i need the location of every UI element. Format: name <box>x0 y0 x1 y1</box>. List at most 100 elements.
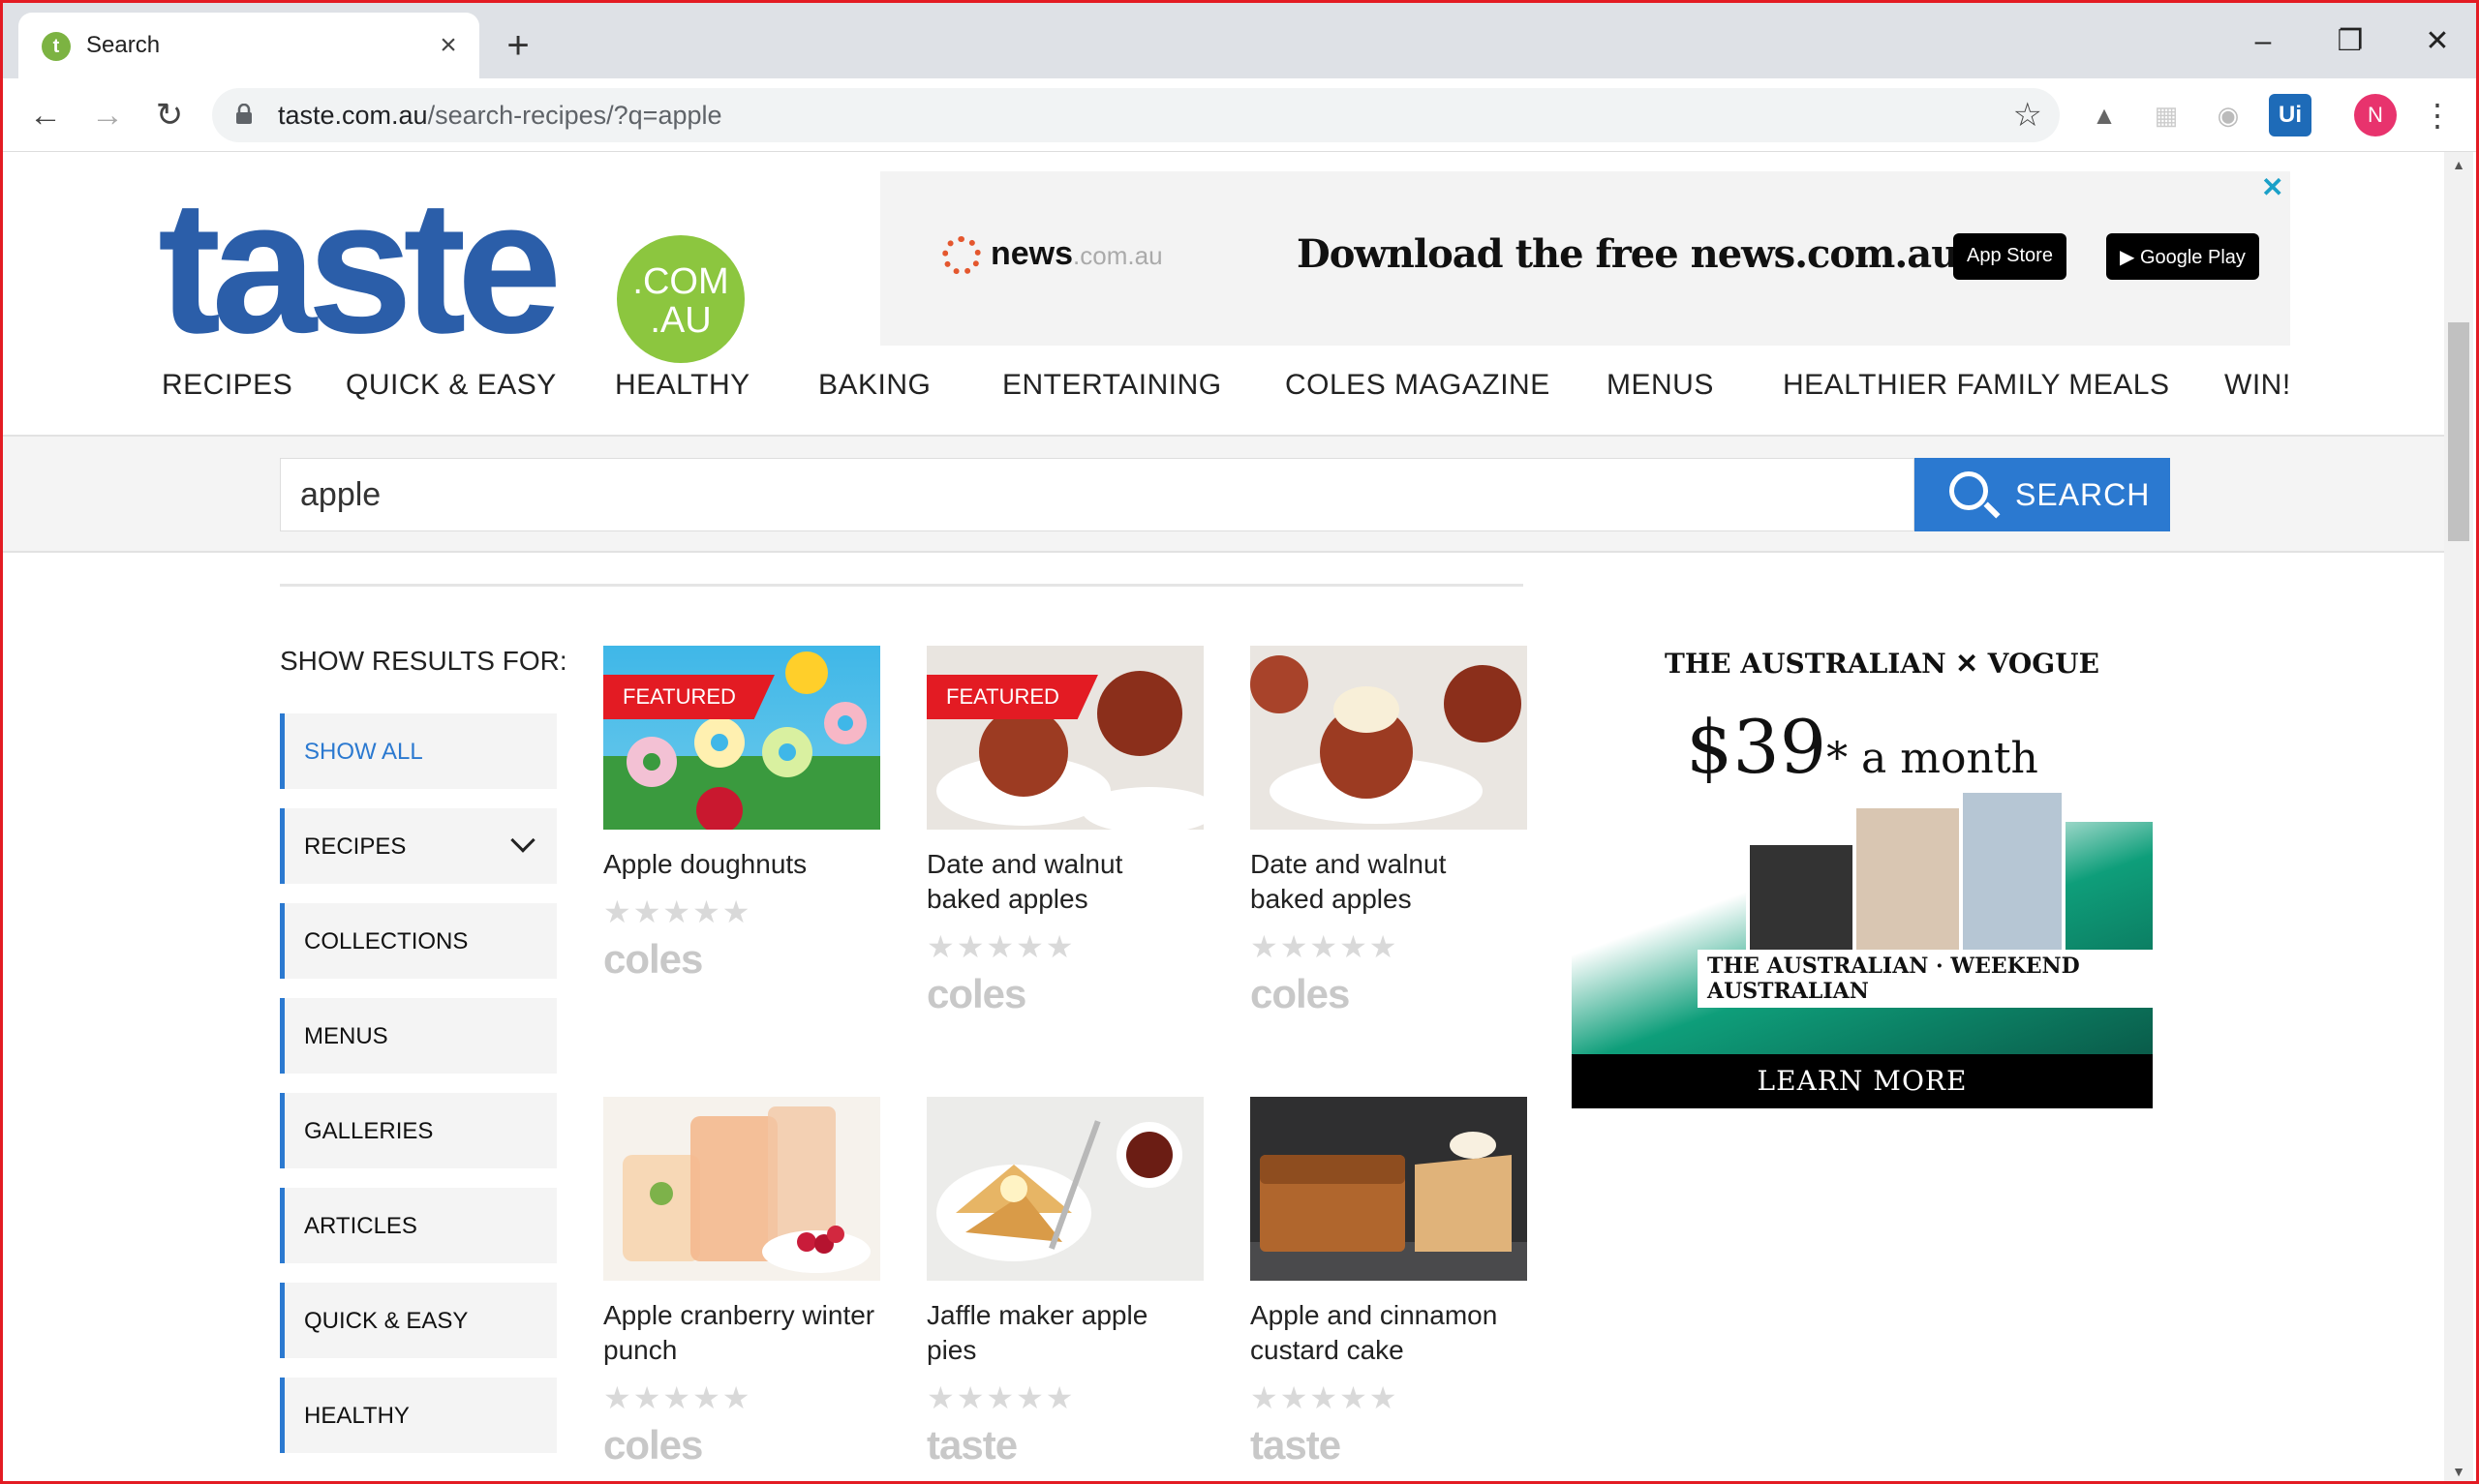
filter-recipes[interactable]: RECIPES <box>280 808 557 884</box>
ad-close-icon[interactable]: ✕ <box>2261 171 2283 203</box>
recipe-card[interactable]: FEATURED Apple doughnuts ★★★★★ coles <box>603 646 880 983</box>
brand-logo: coles <box>1250 971 1350 1016</box>
recipe-card[interactable]: FEATURED Date and walnut baked apples ★★… <box>927 646 1204 1017</box>
reload-icon[interactable]: ↻ <box>146 92 193 138</box>
filter-quick-easy[interactable]: QUICK & EASY <box>280 1283 557 1358</box>
logo-badge-line2: .AU <box>650 300 712 341</box>
close-window-icon[interactable]: ✕ <box>2408 20 2466 63</box>
tab-search[interactable]: t Search × <box>18 13 479 78</box>
grid-extension-icon[interactable]: ▦ <box>2145 94 2188 136</box>
filter-show-all[interactable]: SHOW ALL <box>280 713 557 789</box>
lock-icon <box>236 104 252 124</box>
drive-extension-icon[interactable]: ▲ <box>2083 94 2126 136</box>
uipath-extension-icon[interactable]: Ui <box>2269 94 2311 136</box>
nav-healthier-family-meals[interactable]: HEALTHIER FAMILY MEALS <box>1783 369 2169 402</box>
nav-recipes[interactable]: RECIPES <box>162 369 292 402</box>
rating-stars[interactable]: ★★★★★ <box>603 893 880 930</box>
nav-coles-magazine[interactable]: COLES MAGAZINE <box>1285 369 1550 402</box>
search-icon <box>1949 471 1988 510</box>
filter-healthy[interactable]: HEALTHY <box>280 1378 557 1453</box>
filter-collections[interactable]: COLLECTIONS <box>280 903 557 979</box>
recipe-image[interactable] <box>1250 1097 1527 1281</box>
brand-logo: coles <box>603 936 703 982</box>
search-input[interactable] <box>280 458 1914 531</box>
nav-baking[interactable]: BAKING <box>818 369 931 402</box>
recipe-title[interactable]: Apple doughnuts <box>603 847 880 882</box>
recipe-image[interactable]: FEATURED <box>603 646 880 830</box>
filter-galleries[interactable]: GALLERIES <box>280 1093 557 1168</box>
rating-stars[interactable]: ★★★★★ <box>1250 928 1527 965</box>
ad-magazine-image <box>1959 789 2066 963</box>
profile-avatar[interactable]: N <box>2354 94 2397 136</box>
main-nav: RECIPES QUICK & EASY HEALTHY BAKING ENTE… <box>3 363 2447 427</box>
search-band: SEARCH <box>3 435 2447 553</box>
featured-badge: FEATURED <box>603 675 775 719</box>
filter-articles[interactable]: ARTICLES <box>280 1188 557 1263</box>
scroll-down-icon[interactable]: ▼ <box>2444 1459 2473 1481</box>
news-dots-icon <box>942 236 981 276</box>
ad-paper-label: THE AUSTRALIAN · WEEKEND AUSTRALIAN <box>1698 950 2153 1008</box>
address-bar[interactable]: taste.com.au/search-recipes/?q=apple ☆ <box>212 88 2060 142</box>
restore-icon[interactable]: ❐ <box>2321 20 2379 63</box>
menu-kebab-icon[interactable]: ⋮ <box>2416 94 2459 136</box>
rating-stars[interactable]: ★★★★★ <box>603 1379 880 1416</box>
url-text: taste.com.au/search-recipes/?q=apple <box>278 101 722 130</box>
recipe-image[interactable] <box>927 1097 1204 1281</box>
scrollbar-thumb[interactable] <box>2448 322 2469 541</box>
recipe-title[interactable]: Jaffle maker apple pies <box>927 1298 1204 1368</box>
search-button[interactable]: SEARCH <box>1914 458 2170 531</box>
back-arrow-icon[interactable]: ← <box>22 92 69 138</box>
recipe-card[interactable]: Apple and cinnamon custard cake ★★★★★ ta… <box>1250 1097 1527 1469</box>
doughnuts-illustration <box>627 651 867 830</box>
page-scrollbar[interactable]: ▲ ▼ <box>2444 152 2473 1481</box>
bookmark-star-icon[interactable]: ☆ <box>2013 96 2042 135</box>
chevron-down-icon[interactable] <box>510 828 536 853</box>
jaffle-pies-illustration <box>936 1120 1182 1261</box>
recipe-title[interactable]: Date and walnut baked apples <box>1250 847 1527 917</box>
filters-title: SHOW RESULTS FOR: <box>280 646 567 676</box>
search-button-label: SEARCH <box>2015 477 2151 512</box>
tab-bar: t Search × + – ❐ ✕ <box>3 3 2476 78</box>
new-tab-button[interactable]: + <box>497 24 539 67</box>
news-app-banner-ad[interactable]: news.com.au Download the free news.com.a… <box>880 171 2290 346</box>
close-tab-icon[interactable]: × <box>429 26 468 65</box>
scroll-up-icon[interactable]: ▲ <box>2444 152 2473 177</box>
minimize-icon[interactable]: – <box>2234 20 2292 63</box>
forward-arrow-icon[interactable]: → <box>84 92 131 138</box>
results-divider <box>280 584 1523 587</box>
brand-logo: coles <box>603 1422 703 1468</box>
vogue-australian-ad[interactable]: THE AUSTRALIAN ✕ VOGUE $39* a month THE … <box>1572 590 2153 1137</box>
punch-illustration <box>623 1106 871 1273</box>
nav-healthy[interactable]: HEALTHY <box>615 369 750 402</box>
brand-logo: taste <box>927 1422 1018 1468</box>
filter-menus[interactable]: MENUS <box>280 998 557 1074</box>
recipe-title[interactable]: Date and walnut baked apples <box>927 847 1204 917</box>
nav-quick-easy[interactable]: QUICK & EASY <box>346 369 557 402</box>
rating-stars[interactable]: ★★★★★ <box>927 1379 1204 1416</box>
app-store-badge[interactable]: App Store <box>1953 233 2066 280</box>
brand-logo: taste <box>1250 1422 1341 1468</box>
baked-apples-icecream-illustration <box>1250 655 1521 824</box>
ad-brands: THE AUSTRALIAN ✕ VOGUE <box>1665 648 2099 680</box>
recipe-image[interactable] <box>1250 646 1527 830</box>
recipe-title[interactable]: Apple cranberry winter punch <box>603 1298 880 1368</box>
nav-win[interactable]: WIN! <box>2224 369 2291 402</box>
taste-logo[interactable]: taste .COM .AU <box>158 161 758 373</box>
recipe-card[interactable]: Apple cranberry winter punch ★★★★★ coles <box>603 1097 880 1469</box>
recipe-title[interactable]: Apple and cinnamon custard cake <box>1250 1298 1527 1368</box>
recipe-image[interactable]: FEATURED <box>927 646 1204 830</box>
rating-stars[interactable]: ★★★★★ <box>1250 1379 1527 1416</box>
nav-entertaining[interactable]: ENTERTAINING <box>1002 369 1222 402</box>
learn-more-button[interactable]: LEARN MORE <box>1572 1054 2153 1108</box>
featured-badge: FEATURED <box>927 675 1098 719</box>
baked-apples-illustration <box>936 671 1204 830</box>
google-play-badge[interactable]: ▶ Google Play <box>2106 233 2259 280</box>
recipe-card[interactable]: Date and walnut baked apples ★★★★★ coles <box>1250 646 1527 1017</box>
nav-menus[interactable]: MENUS <box>1607 369 1714 402</box>
recipe-image[interactable] <box>603 1097 880 1281</box>
recipe-card[interactable]: Jaffle maker apple pies ★★★★★ taste <box>927 1097 1204 1469</box>
rating-stars[interactable]: ★★★★★ <box>927 928 1204 965</box>
circle-extension-icon[interactable]: ◉ <box>2207 94 2249 136</box>
custard-cake-illustration <box>1250 1132 1527 1281</box>
logo-badge: .COM .AU <box>617 235 745 363</box>
